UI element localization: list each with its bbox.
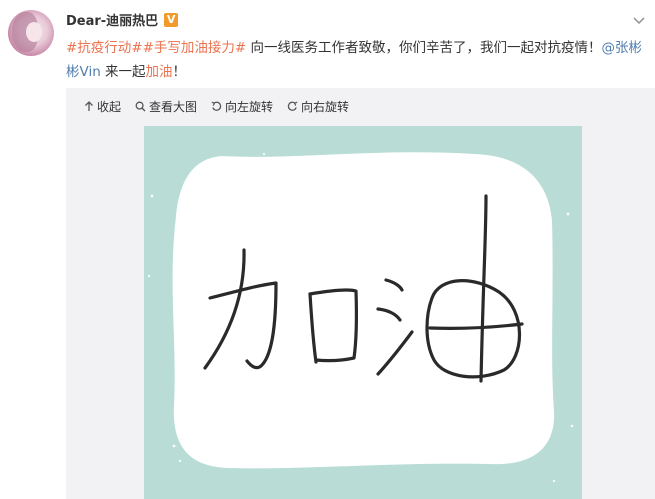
post-tail-text: 来一起	[100, 64, 146, 80]
highlight-text[interactable]: 加油	[146, 64, 173, 80]
rotate-right-icon	[287, 101, 298, 112]
post-end-text: ！	[172, 64, 187, 80]
search-icon	[135, 101, 146, 112]
media-viewer: 收起 查看大图 向左旋转 向右旋转	[66, 88, 655, 499]
topic-link-handwriting[interactable]: #手写加油接力#	[143, 40, 247, 56]
media-toolbar: 收起 查看大图 向左旋转 向右旋转	[84, 98, 349, 115]
rotate-left-button[interactable]: 向左旋转	[211, 98, 273, 115]
rotate-right-button[interactable]: 向右旋转	[287, 98, 349, 115]
verified-badge-icon: V	[164, 12, 179, 27]
view-large-label: 查看大图	[149, 100, 198, 114]
post-image[interactable]	[144, 126, 582, 499]
post-body-text: 向一线医务工作者致敬，你们辛苦了，我们一起对抗疫情！	[246, 40, 602, 56]
post-header: Dear-迪丽热巴 V	[66, 10, 179, 29]
avatar-face	[26, 22, 42, 42]
collapse-button[interactable]: 收起	[84, 98, 121, 115]
username-link[interactable]: Dear-迪丽热巴	[66, 10, 158, 29]
rotate-left-label: 向左旋转	[225, 100, 274, 114]
arrow-up-icon	[84, 101, 94, 112]
post-text: #抗疫行动##手写加油接力# 向一线医务工作者致敬，你们辛苦了，我们一起对抗疫情…	[66, 36, 646, 84]
topic-link-antiepidemic[interactable]: #抗疫行动#	[66, 40, 143, 56]
view-large-button[interactable]: 查看大图	[135, 98, 197, 115]
handwriting-jiayou-image	[144, 126, 582, 499]
rotate-left-icon	[211, 101, 222, 112]
avatar[interactable]	[8, 10, 54, 56]
chevron-down-icon[interactable]	[631, 14, 647, 28]
rotate-right-label: 向右旋转	[301, 100, 350, 114]
collapse-label: 收起	[97, 100, 122, 114]
